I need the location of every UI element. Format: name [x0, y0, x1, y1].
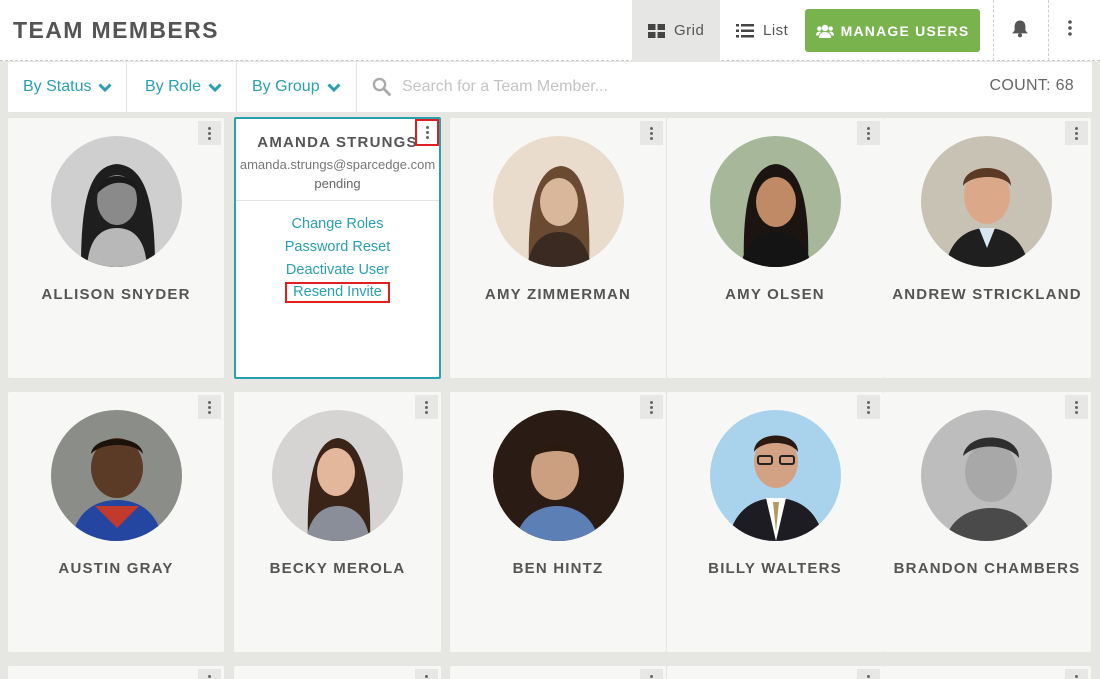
- manage-users-button[interactable]: MANAGE USERS: [805, 9, 980, 52]
- list-icon: [736, 23, 754, 38]
- search-icon: [372, 77, 391, 96]
- deactivate-user-link[interactable]: Deactivate User: [236, 262, 439, 278]
- more-vertical-icon[interactable]: [857, 121, 880, 145]
- avatar: [51, 136, 182, 267]
- more-options-button[interactable]: [1052, 0, 1088, 61]
- member-card[interactable]: BRANDON CHAMBERS: [883, 392, 1091, 652]
- filter-by-role-label: By Role: [145, 78, 202, 95]
- chevron-down-icon: [98, 82, 113, 92]
- users-icon: [815, 24, 834, 38]
- more-vertical-icon[interactable]: [1065, 121, 1088, 145]
- member-name: AMY ZIMMERMAN: [484, 286, 632, 303]
- bell-icon: [1011, 19, 1029, 43]
- member-name: ALLISON SNYDER: [41, 286, 191, 303]
- member-card[interactable]: [234, 666, 441, 679]
- member-card[interactable]: [667, 666, 883, 679]
- more-vertical-icon[interactable]: [640, 669, 663, 679]
- more-vertical-icon[interactable]: [415, 669, 438, 679]
- member-card[interactable]: ALLISON SNYDER: [8, 118, 224, 378]
- header-divider: [993, 0, 994, 61]
- avatar: [921, 410, 1052, 541]
- header-divider: [1048, 0, 1049, 61]
- avatar: [51, 410, 182, 541]
- filter-by-group[interactable]: By Group: [252, 62, 341, 112]
- member-card-selected[interactable]: AMANDA STRUNGS amanda.strungs@sparcedge.…: [234, 117, 441, 379]
- menu-divider: [236, 200, 439, 201]
- member-status: pending: [314, 176, 361, 191]
- grid-icon: [648, 23, 665, 38]
- member-card[interactable]: ANDREW STRICKLAND: [883, 118, 1091, 378]
- filter-divider: [126, 62, 127, 112]
- resend-invite-link[interactable]: Resend Invite: [236, 282, 439, 303]
- filter-bar: By Status By Role By Group COUNT: 68: [8, 62, 1092, 112]
- member-count: COUNT: 68: [989, 77, 1074, 94]
- avatar: [921, 136, 1052, 267]
- more-vertical-icon[interactable]: [415, 395, 438, 419]
- member-name: ANDREW STRICKLAND: [892, 286, 1082, 303]
- resend-invite-label: Resend Invite: [285, 282, 390, 303]
- change-roles-link[interactable]: Change Roles: [236, 216, 439, 232]
- member-name: BILLY WALTERS: [708, 560, 842, 577]
- manage-users-label: MANAGE USERS: [840, 22, 970, 39]
- list-view-button[interactable]: List: [720, 0, 802, 61]
- more-vertical-icon[interactable]: [198, 669, 221, 679]
- filter-by-status[interactable]: By Status: [23, 62, 113, 112]
- filter-divider: [236, 62, 237, 112]
- member-card[interactable]: AUSTIN GRAY: [8, 392, 224, 652]
- notifications-button[interactable]: [996, 0, 1044, 61]
- top-bar: TEAM MEMBERS Grid List MANAGE USERS: [0, 0, 1100, 61]
- chevron-down-icon: [208, 82, 222, 92]
- member-name: BEN HINTZ: [512, 560, 604, 577]
- more-vertical-icon[interactable]: [1065, 669, 1088, 679]
- member-card[interactable]: [8, 666, 224, 679]
- more-vertical-icon[interactable]: [198, 395, 221, 419]
- member-card[interactable]: BILLY WALTERS: [667, 392, 883, 652]
- member-card[interactable]: BECKY MEROLA: [234, 392, 441, 652]
- filter-divider: [356, 62, 357, 112]
- more-vertical-icon[interactable]: [198, 121, 221, 145]
- avatar: [710, 136, 841, 267]
- filter-by-role[interactable]: By Role: [145, 62, 222, 112]
- member-name: BRANDON CHAMBERS: [893, 560, 1081, 577]
- member-card[interactable]: BEN HINTZ: [450, 392, 666, 652]
- avatar: [493, 410, 624, 541]
- member-email: amanda.strungs@sparcedge.com: [239, 157, 436, 172]
- more-vertical-icon[interactable]: [1065, 395, 1088, 419]
- avatar: [272, 410, 403, 541]
- more-vertical-icon[interactable]: [640, 121, 663, 145]
- member-card[interactable]: [450, 666, 666, 679]
- grid-view-button[interactable]: Grid: [632, 0, 720, 61]
- avatar: [710, 410, 841, 541]
- member-name: AUSTIN GRAY: [58, 560, 174, 577]
- member-name: AMY OLSEN: [725, 286, 825, 303]
- password-reset-link[interactable]: Password Reset: [236, 239, 439, 255]
- filter-by-status-label: By Status: [23, 78, 92, 95]
- member-name: AMANDA STRUNGS: [257, 134, 418, 151]
- member-card[interactable]: AMY OLSEN: [667, 118, 883, 378]
- more-vertical-icon[interactable]: [857, 395, 880, 419]
- chevron-down-icon: [327, 82, 341, 92]
- member-card[interactable]: [883, 666, 1091, 679]
- page-title: TEAM MEMBERS: [13, 17, 219, 43]
- avatar: [493, 136, 624, 267]
- more-vertical-icon: [1068, 20, 1072, 41]
- more-vertical-icon[interactable]: [857, 669, 880, 679]
- member-card[interactable]: AMY ZIMMERMAN: [450, 118, 666, 378]
- member-name: BECKY MEROLA: [269, 560, 406, 577]
- filter-by-group-label: By Group: [252, 78, 320, 95]
- list-view-label: List: [763, 22, 789, 39]
- search-input[interactable]: [402, 73, 922, 101]
- more-vertical-icon[interactable]: [640, 395, 663, 419]
- grid-view-label: Grid: [674, 22, 705, 39]
